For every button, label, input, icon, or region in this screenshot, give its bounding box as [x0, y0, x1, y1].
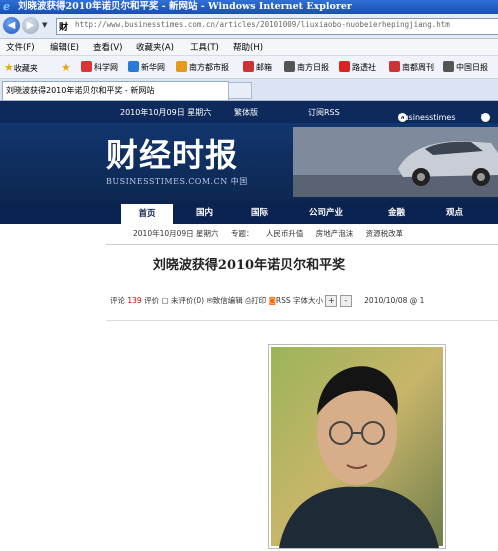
nav-finance[interactable]: 金融 [388, 206, 405, 218]
history-dropdown-icon[interactable]: ▼ [42, 21, 47, 29]
address-url[interactable]: http://www.businesstimes.com.cn/articles… [75, 20, 450, 29]
rss-icon: ◙ [268, 296, 276, 305]
site-nav: 首页 国内 国际 公司产业 金融 观点 [0, 201, 498, 224]
tab-title: 刘晓波获得2010年诺贝尔和平奖 - 新网站 [6, 86, 155, 95]
site-favicon: 财 [59, 23, 69, 33]
menu-edit[interactable]: 编辑(E) [50, 41, 79, 53]
favorites-button[interactable]: ★收藏夹 [4, 61, 38, 74]
rate-link[interactable]: 评价 [144, 296, 159, 305]
nandu-weekly-icon [389, 61, 400, 72]
site-topbar: 2010年10月09日 星期六 繁体版 订阅RSS Businesstimes … [0, 101, 498, 123]
menu-file[interactable]: 文件(F) [6, 41, 35, 53]
xinhua-icon [128, 61, 139, 72]
car-ad-image [293, 127, 498, 197]
topic-label: 专题： [230, 229, 254, 238]
topic-link-realestate[interactable]: 房地产泡沫 [316, 229, 354, 238]
window-title: 刘晓波获得2010年诺贝尔和平奖 - 新网站 - Windows Interne… [18, 1, 352, 12]
topic-link-tax[interactable]: 资源税改革 [366, 229, 404, 238]
radio-label: Businesstimes [398, 113, 456, 122]
address-bar[interactable]: 财 http://www.businesstimes.com.cn/articl… [56, 18, 498, 35]
fav-item-chinadaily[interactable]: 中国日报 [443, 61, 488, 73]
fav-label: 中国日报 [456, 63, 488, 72]
nav-home[interactable]: 首页 [121, 204, 173, 224]
tab-strip: 刘晓波获得2010年诺贝尔和平奖 - 新网站 [0, 79, 498, 101]
window-title-bar: ℯ 刘晓波获得2010年诺贝尔和平奖 - 新网站 - Windows Inter… [0, 0, 498, 14]
ie-logo-icon: ℯ [3, 0, 10, 13]
fav-item-mail[interactable]: 邮箱 [243, 61, 272, 73]
checkbox-icon[interactable]: ▢ [162, 296, 169, 305]
print-link[interactable]: 打印 [251, 296, 266, 305]
chinadaily-icon [443, 61, 454, 72]
reuters-icon [339, 61, 350, 72]
menu-help[interactable]: 帮助(H) [233, 41, 263, 53]
favorites-label: 收藏夹 [13, 64, 38, 73]
kexue-icon [81, 61, 92, 72]
fav-label: 南方都市报 [189, 63, 229, 72]
car-advertisement[interactable] [293, 127, 498, 197]
fav-label: 南都周刊 [402, 63, 434, 72]
fav-item-xinhua[interactable]: 新华网 [128, 61, 165, 73]
fav-item-kexue[interactable]: 科学网 [81, 61, 118, 73]
new-tab-button[interactable] [228, 82, 252, 99]
traditional-link[interactable]: 繁体版 [234, 107, 258, 118]
dateline-date: 2010年10月09日 星期六 [133, 229, 219, 238]
mail-editor-link[interactable]: 致信编辑 [213, 296, 243, 305]
fav-item-nanfang[interactable]: 南方日报 [284, 61, 329, 73]
article-headline: 刘晓波获得2010年诺贝尔和平奖 [152, 258, 346, 273]
fav-item-nandu-weekly[interactable]: 南都周刊 [389, 61, 434, 73]
unrated-label: 未评价(0) [170, 296, 205, 305]
mail-icon [243, 61, 254, 72]
site-logo-subtitle: BUSINESSTIMES.COM.CN 中国 [106, 177, 248, 186]
article-dateline: 2010年10月09日 星期六 专题： 人民币升值 房地产泡沫 资源税改革 [133, 228, 413, 239]
favorites-bar: ★收藏夹 ★ 科学网 新华网 南方都市报 邮箱 南方日报 路透社 南都周刊 中国… [0, 56, 498, 79]
portrait-image [271, 347, 443, 548]
fav-label: 科学网 [94, 63, 118, 72]
fav-label: 邮箱 [256, 63, 272, 72]
menu-bar: 文件(F) 编辑(E) 查看(V) 收藏夹(A) 工具(T) 帮助(H) [0, 39, 498, 56]
rss-link[interactable]: RSS [276, 296, 291, 305]
divider [106, 320, 498, 321]
fav-label: 路透社 [352, 63, 376, 72]
article-timestamp: 2010/10/08 @ 1 [364, 296, 425, 305]
menu-tools[interactable]: 工具(T) [190, 41, 219, 53]
nav-international[interactable]: 国际 [251, 206, 268, 218]
menu-favorites[interactable]: 收藏夹(A) [136, 41, 174, 53]
nav-opinion[interactable]: 观点 [446, 206, 463, 218]
fav-item-reuters[interactable]: 路透社 [339, 61, 376, 73]
forward-button[interactable]: ▶ [22, 17, 39, 34]
topic-link-rmb[interactable]: 人民币升值 [266, 229, 304, 238]
site-date: 2010年10月09日 星期六 [120, 108, 212, 117]
nandu-icon [176, 61, 187, 72]
site-logo[interactable]: 财经时报 [106, 130, 238, 176]
comment-link[interactable]: 评论 [110, 296, 125, 305]
font-increase-button[interactable]: + [325, 295, 338, 307]
divider [106, 244, 498, 245]
fav-label: 新华网 [141, 63, 165, 72]
back-button[interactable]: ◀ [3, 17, 20, 34]
menu-view[interactable]: 查看(V) [93, 41, 122, 53]
font-size-label: 字体大小 [292, 296, 323, 305]
nav-domestic[interactable]: 国内 [196, 206, 213, 218]
tab-active[interactable]: 刘晓波获得2010年诺贝尔和平奖 - 新网站 [2, 81, 229, 100]
add-favorite-icon[interactable]: ★ [61, 61, 71, 74]
font-decrease-button[interactable]: - [339, 295, 352, 307]
comment-count[interactable]: 139 [127, 296, 141, 305]
navigation-bar: ◀ ▶ ▼ 财 http://www.businesstimes.com.cn/… [0, 14, 498, 39]
article-photo[interactable] [268, 344, 446, 549]
nav-companies[interactable]: 公司产业 [309, 206, 343, 218]
fav-item-nandu[interactable]: 南方都市报 [176, 61, 229, 73]
rss-link[interactable]: 订阅RSS [308, 107, 340, 118]
article-toolbar: 评论 139 评价 ▢ 未评价(0) ✉致信编辑 ⎙打印 ◙RSS 字体大小 +… [110, 295, 424, 307]
nanfang-icon [284, 61, 295, 72]
radio-label: W [481, 113, 489, 122]
star-icon: ★ [4, 61, 14, 74]
fav-label: 南方日报 [297, 63, 329, 72]
